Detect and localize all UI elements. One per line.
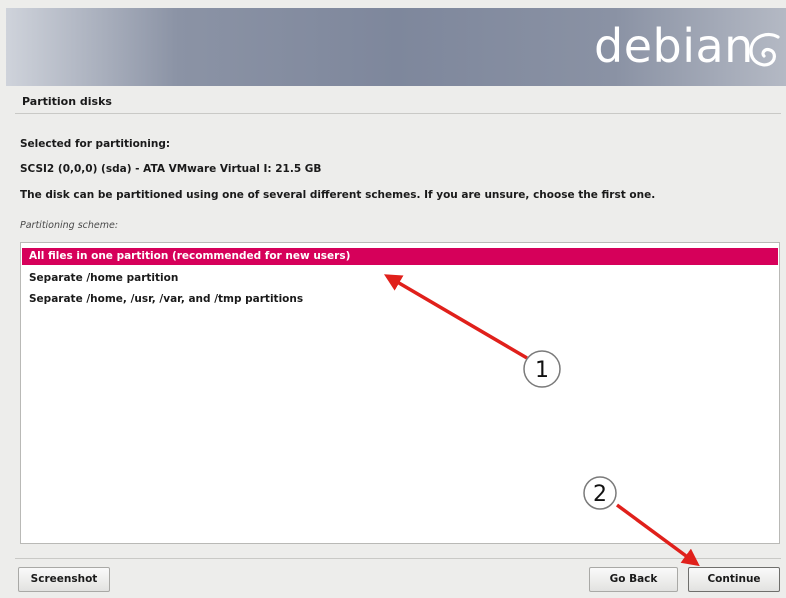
list-item-separate-home-usr-var-tmp[interactable]: Separate /home, /usr, /var, and /tmp par… [22,291,778,308]
screenshot-button[interactable]: Screenshot [18,567,110,592]
debian-logo-text: debian [594,19,754,73]
partitioning-scheme-label: Partitioning scheme: [20,220,119,231]
selected-for-partitioning-label: Selected for partitioning: [20,138,171,150]
title-divider [15,113,781,114]
page-title: Partition disks [22,95,112,108]
partitioning-scheme-list[interactable]: All files in one partition (recommended … [20,242,780,544]
continue-button[interactable]: Continue [688,567,780,592]
debian-swirl-icon [749,32,780,67]
go-back-button[interactable]: Go Back [589,567,678,592]
disk-name: SCSI2 (0,0,0) (sda) - ATA VMware Virtual… [20,163,322,175]
bottom-divider [15,558,781,559]
scheme-description: The disk can be partitioned using one of… [20,189,656,201]
list-item-separate-home[interactable]: Separate /home partition [22,270,778,287]
list-item-all-files-one-partition[interactable]: All files in one partition (recommended … [22,248,778,265]
debian-header-banner: debian [6,8,786,86]
